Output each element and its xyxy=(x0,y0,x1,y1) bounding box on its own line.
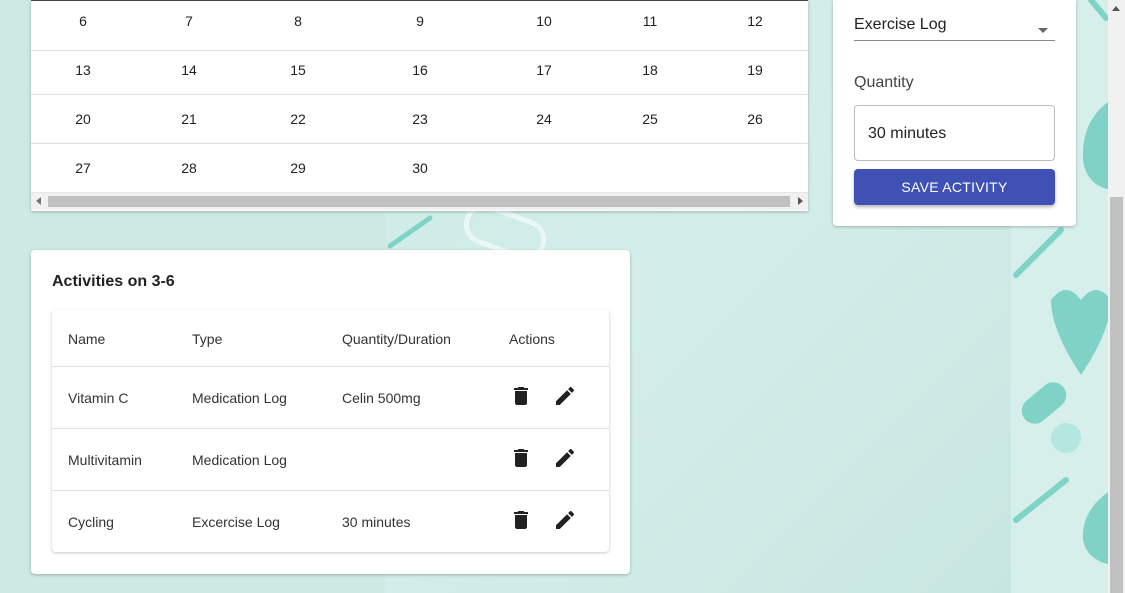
calendar-day[interactable]: 23 xyxy=(400,99,440,148)
calendar-day[interactable]: 7 xyxy=(169,1,209,50)
quantity-label: Quantity xyxy=(854,74,914,91)
quantity-input-value: 30 minutes xyxy=(868,125,947,142)
pencil-icon[interactable] xyxy=(553,384,577,408)
calendar-day[interactable]: 9 xyxy=(400,1,440,50)
calendar-day[interactable]: 27 xyxy=(63,148,103,197)
activity-quantity: Celin 500mg xyxy=(342,390,421,406)
log-activity-form: Exercise Log Quantity 30 minutes SAVE AC… xyxy=(833,0,1076,226)
scroll-left-icon[interactable] xyxy=(36,197,41,205)
activity-name: Vitamin C xyxy=(68,390,129,406)
trash-icon[interactable] xyxy=(509,384,533,408)
activity-type: Medication Log xyxy=(192,390,287,406)
trash-icon[interactable] xyxy=(509,508,533,532)
log-type-select[interactable]: Exercise Log xyxy=(854,6,1055,41)
trash-icon[interactable] xyxy=(509,446,533,470)
calendar-day[interactable]: 30 xyxy=(400,148,440,197)
vertical-scrollbar[interactable] xyxy=(1108,0,1125,593)
calendar-day[interactable]: 14 xyxy=(169,50,209,99)
calendar-day[interactable]: 6 xyxy=(63,1,103,50)
activity-type: Medication Log xyxy=(192,452,287,468)
calendar-day[interactable]: 25 xyxy=(630,99,670,148)
calendar-day[interactable]: 21 xyxy=(169,99,209,148)
calendar-day[interactable]: 17 xyxy=(524,50,564,99)
scroll-up-icon[interactable] xyxy=(1112,6,1120,11)
activity-type: Excercise Log xyxy=(192,514,280,530)
calendar-day[interactable]: 24 xyxy=(524,99,564,148)
table-row: Cycling Excercise Log 30 minutes xyxy=(52,491,609,552)
save-activity-button[interactable]: SAVE ACTIVITY xyxy=(854,169,1055,205)
calendar-day[interactable]: 20 xyxy=(63,99,103,148)
table-row: Multivitamin Medication Log xyxy=(52,429,609,491)
scroll-right-icon[interactable] xyxy=(798,197,803,205)
table-header-row: Name Type Quantity/Duration Actions xyxy=(52,310,609,367)
quantity-input[interactable]: 30 minutes xyxy=(854,105,1055,161)
column-header-type: Type xyxy=(192,331,223,347)
activity-name: Cycling xyxy=(68,514,114,530)
calendar-day[interactable]: 19 xyxy=(735,50,775,99)
pencil-icon[interactable] xyxy=(553,446,577,470)
calendar-week-row: 27 28 29 30 xyxy=(31,143,808,192)
horizontal-scroll-thumb[interactable] xyxy=(48,196,790,207)
calendar-grid: 6 7 8 9 10 11 12 13 14 15 16 17 18 19 20… xyxy=(31,0,808,211)
vertical-scroll-thumb[interactable] xyxy=(1110,197,1123,593)
column-header-name: Name xyxy=(68,331,106,347)
calendar-week-row: 6 7 8 9 10 11 12 xyxy=(31,1,808,51)
calendar-day[interactable]: 28 xyxy=(169,148,209,197)
table-row: Vitamin C Medication Log Celin 500mg xyxy=(52,367,609,429)
activity-quantity: 30 minutes xyxy=(342,514,411,530)
calendar-day[interactable]: 18 xyxy=(630,50,670,99)
calendar-day[interactable]: 22 xyxy=(278,99,318,148)
calendar-day[interactable]: 13 xyxy=(63,50,103,99)
horizontal-scrollbar[interactable] xyxy=(31,192,808,210)
calendar-day[interactable]: 11 xyxy=(630,1,670,50)
activity-name: Multivitamin xyxy=(68,452,142,468)
calendar-day[interactable]: 8 xyxy=(278,1,318,50)
calendar-day[interactable]: 16 xyxy=(400,50,440,99)
dropdown-arrow-icon[interactable] xyxy=(1038,28,1048,33)
calendar-day[interactable]: 12 xyxy=(735,1,775,50)
log-type-value: Exercise Log xyxy=(854,16,947,33)
activities-table: Name Type Quantity/Duration Actions Vita… xyxy=(52,310,609,552)
calendar-week-row: 20 21 22 23 24 25 26 xyxy=(31,94,808,144)
column-header-actions: Actions xyxy=(509,331,555,347)
activities-card: Activities on 3-6 Name Type Quantity/Dur… xyxy=(31,250,630,574)
column-header-quantity: Quantity/Duration xyxy=(342,331,451,347)
calendar-day[interactable]: 15 xyxy=(278,50,318,99)
calendar-day[interactable]: 26 xyxy=(735,99,775,148)
calendar-day[interactable]: 29 xyxy=(278,148,318,197)
calendar-day[interactable]: 10 xyxy=(524,1,564,50)
pencil-icon[interactable] xyxy=(553,508,577,532)
calendar-week-row: 13 14 15 16 17 18 19 xyxy=(31,45,808,95)
activities-title: Activities on 3-6 xyxy=(52,273,175,290)
